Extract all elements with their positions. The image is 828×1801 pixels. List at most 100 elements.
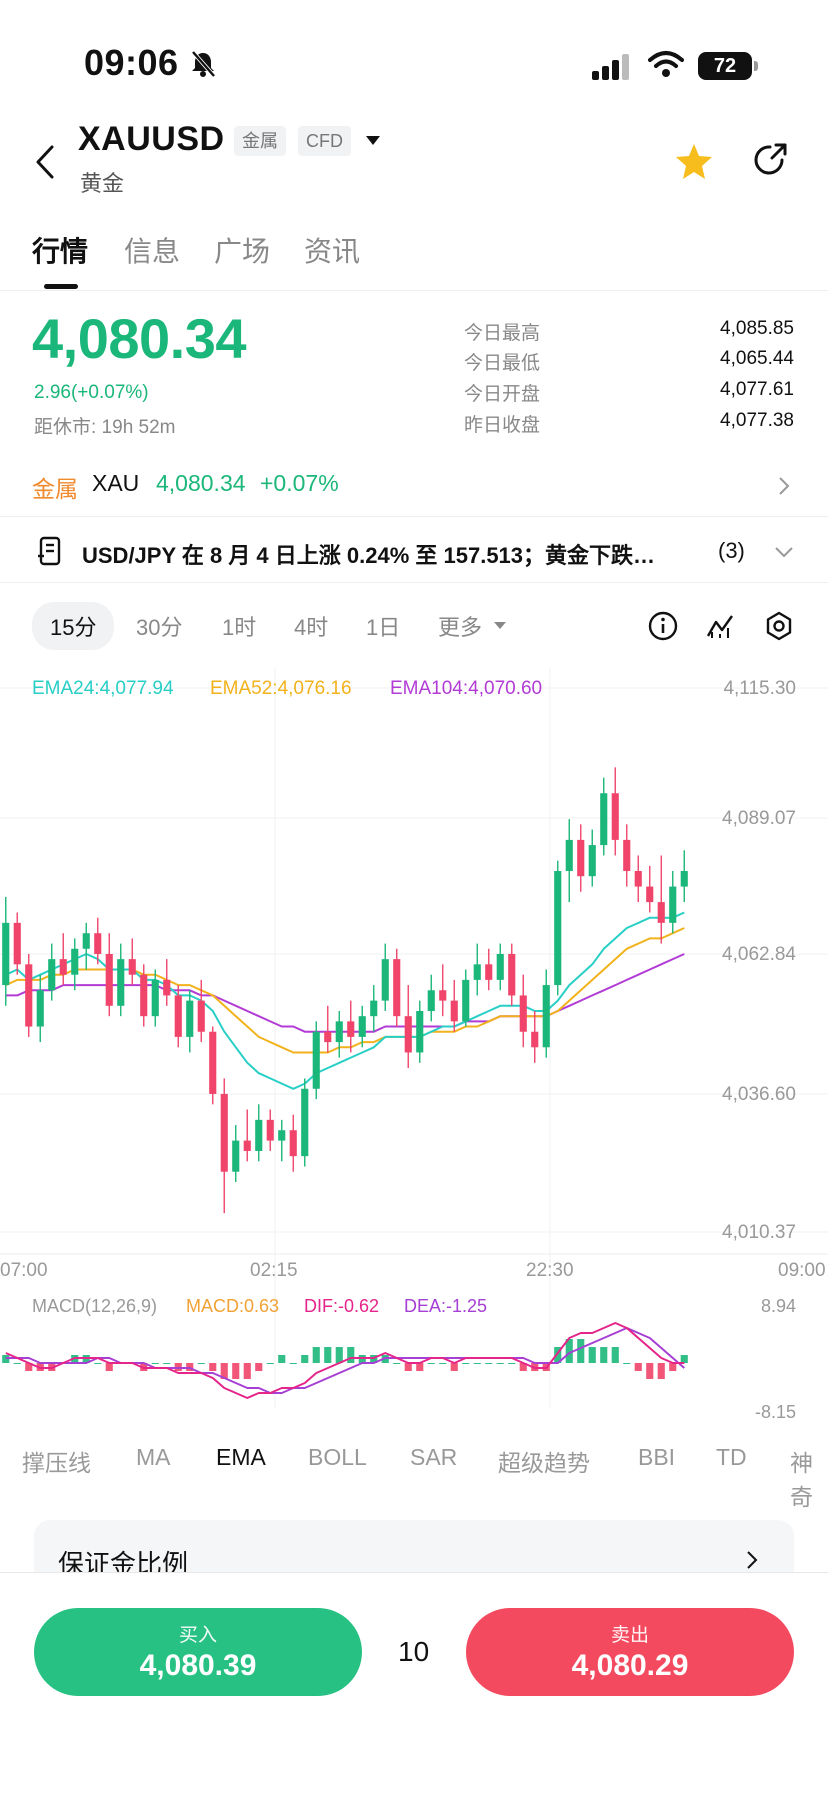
- macd-histogram-bar: [588, 1347, 596, 1363]
- indicator-boll[interactable]: BOLL: [308, 1444, 367, 1471]
- candle: [450, 1000, 458, 1022]
- metal-change: +0.07%: [260, 470, 339, 496]
- tab-news[interactable]: 资讯: [304, 230, 360, 270]
- macd-histogram-bar: [577, 1339, 585, 1363]
- market-close-countdown: 距休市: 19h 52m: [34, 417, 176, 438]
- settings-hex-icon[interactable]: [764, 611, 794, 641]
- candle: [278, 1130, 286, 1141]
- buy-price: 4,080.39: [139, 1649, 257, 1682]
- info-icon[interactable]: [648, 611, 678, 641]
- macd-histogram-bar: [197, 1363, 205, 1364]
- candle: [611, 793, 619, 840]
- macd-histogram-bar: [289, 1363, 297, 1364]
- macd-histogram-bar: [255, 1363, 263, 1371]
- candle: [462, 979, 470, 1022]
- macd-histogram-bar: [450, 1363, 458, 1371]
- macd-params: MACD(12,26,9): [32, 1296, 157, 1316]
- symbol-dropdown-icon[interactable]: [366, 136, 380, 145]
- period-15m[interactable]: 15分: [32, 602, 115, 650]
- metal-category[interactable]: 金属: [32, 470, 78, 504]
- macd-min: -8.15: [755, 1402, 796, 1422]
- candle: [209, 1031, 217, 1094]
- stat-open-value: 4,077.61: [720, 379, 794, 400]
- candle: [416, 1010, 424, 1053]
- tab-info[interactable]: 信息: [124, 230, 180, 270]
- indicator-bbi[interactable]: BBI: [638, 1444, 675, 1471]
- macd-histogram-bar: [209, 1363, 217, 1371]
- candle: [186, 1000, 194, 1037]
- y-tick-label: 4,089.07: [722, 808, 796, 829]
- candle: [289, 1130, 297, 1157]
- macd-histogram-bar: [266, 1363, 274, 1364]
- trade-bar-divider: [0, 1572, 828, 1573]
- candle: [565, 839, 573, 872]
- macd-histogram-bar: [669, 1363, 677, 1371]
- y-tick-label: 4,115.30: [723, 678, 796, 699]
- sell-label: 卖出: [610, 1625, 649, 1646]
- macd-histogram-bar: [105, 1363, 113, 1371]
- period-30m[interactable]: 30分: [136, 610, 182, 642]
- candle: [646, 886, 654, 903]
- news-headline[interactable]: USD/JPY 在 8 月 4 日上涨 0.24% 至 157.513；黄金下跌…: [82, 538, 655, 570]
- candle: [163, 979, 171, 996]
- candle: [370, 1000, 378, 1017]
- period-1d[interactable]: 1日: [366, 610, 400, 642]
- more-caret-icon: [494, 622, 506, 629]
- chevron-down-icon[interactable]: [774, 546, 794, 558]
- symbol-title[interactable]: XAUUSD: [78, 120, 225, 159]
- indicator-line-icon[interactable]: [706, 612, 736, 640]
- news-divider: [0, 582, 828, 583]
- tab-square[interactable]: 广场: [214, 230, 270, 270]
- tab-market[interactable]: 行情: [32, 230, 88, 270]
- buy-button[interactable]: 买入 4,080.39: [34, 1608, 362, 1696]
- period-1h[interactable]: 1时: [222, 610, 256, 642]
- chevron-right-icon[interactable]: [778, 476, 790, 496]
- macd-histogram-bar: [485, 1363, 493, 1364]
- macd-histogram-bar: [623, 1363, 631, 1364]
- macd-value: MACD:0.63: [186, 1296, 279, 1316]
- indicator-td[interactable]: TD: [716, 1444, 747, 1471]
- macd-histogram-bar: [473, 1363, 481, 1364]
- candle: [128, 959, 136, 975]
- macd-histogram-bar: [496, 1363, 504, 1364]
- candle: [36, 990, 44, 1027]
- indicator-sar[interactable]: SAR: [410, 1444, 457, 1471]
- macd-histogram-bar: [416, 1363, 424, 1371]
- favorite-star-icon[interactable]: [674, 142, 714, 180]
- candle: [25, 964, 33, 1027]
- share-icon[interactable]: [752, 142, 788, 178]
- indicator-support[interactable]: 撑压线: [22, 1444, 91, 1478]
- price-chart[interactable]: 4,115.30 4,089.07 4,062.84 4,036.60 4,01…: [0, 668, 828, 1428]
- x-tick-label: 02:15: [250, 1260, 298, 1281]
- trade-quantity[interactable]: 10: [398, 1636, 429, 1668]
- indicator-magic[interactable]: 神奇: [790, 1444, 828, 1512]
- candle: [174, 995, 182, 1037]
- stat-low-value: 4,065.44: [720, 348, 794, 369]
- period-more[interactable]: 更多: [438, 610, 482, 642]
- legend-ema104: EMA104:4,070.60: [390, 678, 542, 699]
- candle: [508, 953, 516, 996]
- candle: [2, 922, 10, 986]
- macd-histogram-bar: [335, 1347, 343, 1363]
- indicator-supertrend[interactable]: 超级趋势: [498, 1444, 590, 1478]
- macd-histogram-bar: [278, 1355, 286, 1363]
- indicator-ma[interactable]: MA: [136, 1444, 171, 1471]
- candle: [255, 1119, 263, 1151]
- candle: [140, 974, 148, 1017]
- candle: [393, 959, 401, 1017]
- back-arrow-icon[interactable]: [34, 144, 56, 180]
- metal-code[interactable]: XAU: [92, 470, 139, 497]
- candle: [312, 1031, 320, 1089]
- news-count: (3): [718, 538, 745, 563]
- period-4h[interactable]: 4时: [294, 610, 328, 642]
- macd-histogram-bar: [462, 1363, 470, 1364]
- indicator-ema[interactable]: EMA: [216, 1444, 266, 1471]
- x-tick-label: 09:00: [778, 1260, 826, 1281]
- sell-button[interactable]: 卖出 4,080.29: [466, 1608, 794, 1696]
- candles: [2, 767, 688, 1214]
- macd-histogram-bar: [151, 1363, 159, 1364]
- y-tick-label: 4,062.84: [722, 944, 796, 965]
- macd-histogram-bar: [94, 1363, 102, 1364]
- macd-histogram-bar: [600, 1347, 608, 1363]
- candle: [496, 953, 504, 980]
